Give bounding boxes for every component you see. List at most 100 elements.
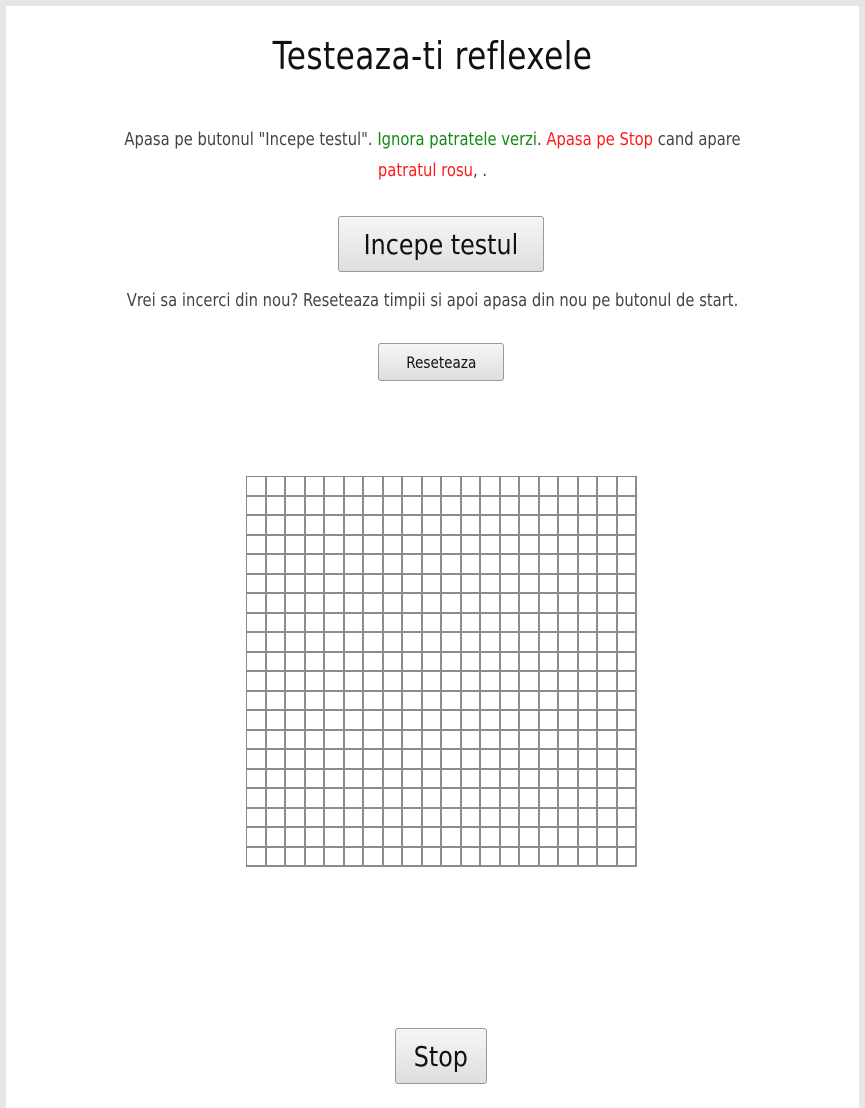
grid-cell [617, 672, 637, 692]
grid-cell [266, 594, 286, 614]
grid-cell [364, 769, 384, 789]
grid-cell [442, 652, 462, 672]
grid-cell [286, 516, 306, 536]
grid-cell [266, 516, 286, 536]
grid-cell [247, 672, 267, 692]
grid-cell [364, 672, 384, 692]
grid-cell [422, 672, 442, 692]
grid-cell [559, 672, 579, 692]
grid-cell [559, 555, 579, 575]
grid-cell [422, 477, 442, 497]
grid-cell [305, 613, 325, 633]
grid-cell [461, 555, 481, 575]
grid-cell [442, 633, 462, 653]
grid-cell [364, 808, 384, 828]
grid-cell [481, 574, 501, 594]
grid-cell [266, 652, 286, 672]
grid-cell [578, 535, 598, 555]
grid-cell [578, 594, 598, 614]
grid-cell [520, 808, 540, 828]
grid-cell [286, 535, 306, 555]
grid-cell [481, 633, 501, 653]
grid-cell [559, 574, 579, 594]
grid-cell [422, 691, 442, 711]
grid-cell [403, 769, 423, 789]
grid-cell [305, 769, 325, 789]
grid-cell [403, 828, 423, 848]
grid-cell [266, 633, 286, 653]
grid-cell [344, 828, 364, 848]
grid-cell [344, 750, 364, 770]
grid-cell [481, 516, 501, 536]
grid-cell [383, 496, 403, 516]
grid-cell [481, 828, 501, 848]
reset-button[interactable]: Reseteaza [378, 343, 504, 381]
grid-cell [539, 789, 559, 809]
instructions-part-1: Apasa pe butonul "Incepe testul". [124, 129, 378, 150]
grid-cell [598, 652, 618, 672]
grid-cell [461, 477, 481, 497]
grid-cell [461, 769, 481, 789]
page-frame-right [859, 0, 865, 1108]
stop-button[interactable]: Stop [395, 1028, 487, 1084]
grid-cell [520, 496, 540, 516]
grid-cell [481, 496, 501, 516]
grid-cell [520, 516, 540, 536]
grid-cell [539, 847, 559, 867]
start-test-button[interactable]: Incepe testul [338, 216, 544, 272]
grid-cell [442, 769, 462, 789]
grid-cell [500, 672, 520, 692]
grid-cell [305, 594, 325, 614]
grid-cell [520, 828, 540, 848]
grid-cell [325, 672, 345, 692]
grid-cell [578, 574, 598, 594]
grid-cell [422, 535, 442, 555]
grid-cell [461, 847, 481, 867]
grid-cell [247, 652, 267, 672]
grid-cell [461, 633, 481, 653]
grid-cell [325, 711, 345, 731]
grid-cell [559, 477, 579, 497]
grid-cell [247, 828, 267, 848]
grid-cell [403, 691, 423, 711]
grid-cell [461, 516, 481, 536]
grid-cell [266, 750, 286, 770]
grid-cell [481, 730, 501, 750]
grid-cell [422, 574, 442, 594]
grid-cell [539, 750, 559, 770]
grid-cell [403, 613, 423, 633]
grid-cell [305, 633, 325, 653]
grid-cell [481, 789, 501, 809]
grid-cell [266, 477, 286, 497]
grid-cell [539, 769, 559, 789]
grid-cell [461, 672, 481, 692]
grid-cell [403, 516, 423, 536]
grid-cell [247, 516, 267, 536]
grid-cell [520, 750, 540, 770]
grid-cell [500, 594, 520, 614]
grid-cell [559, 613, 579, 633]
grid-cell [539, 594, 559, 614]
grid-cell [481, 535, 501, 555]
grid-cell [442, 750, 462, 770]
grid-cell [539, 730, 559, 750]
instructions-ignore-green: Ignora patratele verzi [377, 129, 538, 150]
grid-cell [617, 808, 637, 828]
grid-cell [578, 847, 598, 867]
grid-cell [364, 613, 384, 633]
grid-cell [481, 847, 501, 867]
grid-cell [481, 691, 501, 711]
grid-cell [461, 652, 481, 672]
grid-cell [559, 789, 579, 809]
grid-cell [247, 769, 267, 789]
grid-cell [383, 789, 403, 809]
grid-cell [364, 652, 384, 672]
grid-cell [461, 574, 481, 594]
grid-cell [539, 828, 559, 848]
grid-cell [383, 672, 403, 692]
grid-cell [286, 477, 306, 497]
grid-cell [266, 672, 286, 692]
grid-cell [383, 711, 403, 731]
grid-cell [598, 730, 618, 750]
grid-cell [364, 535, 384, 555]
